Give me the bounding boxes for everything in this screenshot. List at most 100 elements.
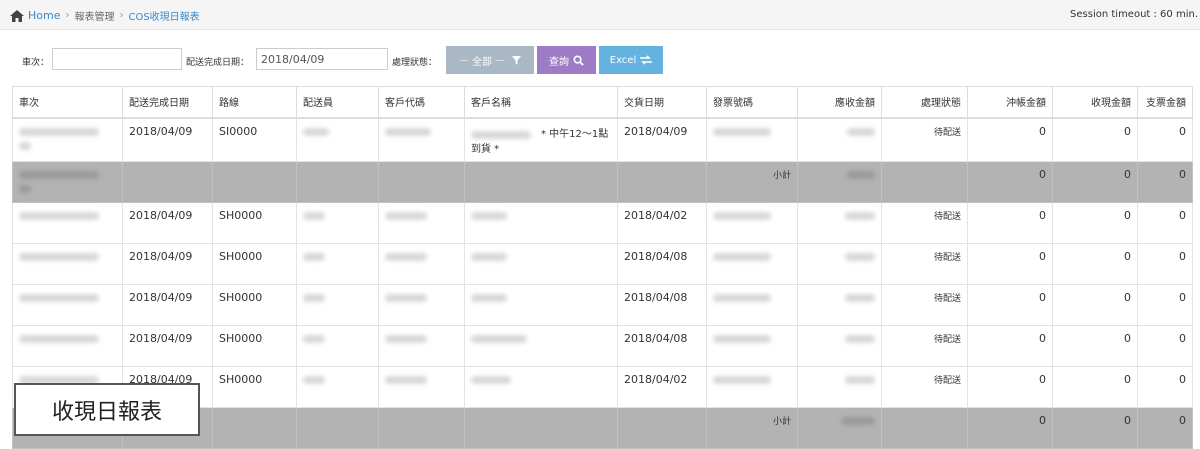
top-bar: Home › 報表管理 › COS收現日報表 Session timeout :… (0, 0, 1200, 30)
customer-code-cell (378, 201, 465, 244)
delivery-date-cell: 2018/04/02 (617, 365, 707, 408)
query-button-label: 查詢 (549, 56, 569, 68)
car-cell (12, 242, 123, 285)
driver-cell (296, 201, 379, 244)
table-row[interactable]: 2018/04/09 SH0000 2018/04/08 待配送 0 0 0 (12, 242, 1193, 285)
breadcrumb-home-link[interactable]: Home (28, 9, 60, 22)
filter-bar: 車次： 配送完成日期： 處理狀態： — 全部 — 查詢 Excel (0, 44, 1200, 76)
receivable-amount-cell (797, 242, 882, 285)
cash-amount-cell: 0 (1052, 406, 1138, 449)
customer-code-cell (378, 117, 465, 162)
query-button[interactable]: 查詢 (537, 46, 596, 74)
empty-cell (212, 406, 297, 449)
subtotal-label: 小計 (706, 406, 798, 449)
customer-name-cell (464, 283, 618, 326)
cash-amount-cell: 0 (1052, 117, 1138, 162)
table-row[interactable]: 2018/04/09 SI0000 * 中午12～1點到貨 * 2018/04/… (12, 117, 1193, 162)
empty-cell (296, 160, 379, 203)
session-timeout: Session timeout : 60 min. (1070, 9, 1198, 20)
car-input[interactable] (52, 48, 182, 70)
column-header[interactable]: 客戶代碼 (378, 86, 465, 119)
table-row[interactable]: 2018/04/09 SH0000 2018/04/08 待配送 0 0 0 (12, 283, 1193, 326)
customer-code-cell (378, 365, 465, 408)
breadcrumb-current-page[interactable]: COS收現日報表 (128, 8, 199, 23)
customer-code-cell (378, 242, 465, 285)
receivable-subtotal-cell (797, 160, 882, 203)
empty-cell (617, 406, 707, 449)
delivery-date-input[interactable] (256, 48, 388, 70)
cash-amount-cell: 0 (1052, 242, 1138, 285)
column-header[interactable]: 配送員 (296, 86, 379, 119)
check-amount-cell: 0 (1137, 117, 1193, 162)
delivery-date-cell: 2018/04/08 (617, 242, 707, 285)
filter-icon (512, 55, 521, 65)
invoice-number-cell (706, 242, 798, 285)
home-icon[interactable] (10, 9, 24, 22)
empty-cell (122, 160, 213, 203)
table-row[interactable]: 2018/04/09 SH0000 2018/04/02 待配送 0 0 0 (12, 201, 1193, 244)
car-cell (12, 201, 123, 244)
driver-cell (296, 365, 379, 408)
customer-name-cell (464, 324, 618, 367)
column-header[interactable]: 處理狀態 (881, 86, 968, 119)
route-cell: SH0000 (212, 283, 297, 326)
excel-export-button[interactable]: Excel (599, 46, 663, 74)
status-cell: 待配送 (881, 283, 968, 326)
invoice-number-cell (706, 324, 798, 367)
check-amount-cell: 0 (1137, 365, 1193, 408)
car-cell (12, 283, 123, 326)
column-header[interactable]: 沖帳金額 (967, 86, 1053, 119)
column-header[interactable]: 車次 (12, 86, 123, 119)
column-header[interactable]: 應收金額 (797, 86, 882, 119)
status-select-button[interactable]: — 全部 — (446, 46, 534, 74)
check-amount-cell: 0 (1137, 160, 1193, 203)
status-cell: 待配送 (881, 242, 968, 285)
writeoff-amount-cell: 0 (967, 406, 1053, 449)
route-cell: SI0000 (212, 117, 297, 162)
writeoff-amount-cell: 0 (967, 283, 1053, 326)
delivery-complete-date-cell: 2018/04/09 (122, 283, 213, 326)
check-amount-cell: 0 (1137, 242, 1193, 285)
column-header[interactable]: 配送完成日期 (122, 86, 213, 119)
column-header[interactable]: 交貨日期 (617, 86, 707, 119)
cash-amount-cell: 0 (1052, 283, 1138, 326)
report-title-overlay: 收現日報表 (14, 383, 200, 436)
table-header-row: 車次 配送完成日期 路線 配送員 客戶代碼 客戶名稱 交貨日期 發票號碼 應收金… (12, 86, 1193, 119)
check-amount-cell: 0 (1137, 201, 1193, 244)
column-header[interactable]: 路線 (212, 86, 297, 119)
writeoff-amount-cell: 0 (967, 324, 1053, 367)
breadcrumb: Home › 報表管理 › COS收現日報表 (10, 8, 200, 23)
driver-cell (296, 324, 379, 367)
customer-code-cell (378, 324, 465, 367)
search-icon (573, 54, 584, 66)
table-row[interactable]: 2018/04/09 SH0000 2018/04/08 待配送 0 0 0 (12, 324, 1193, 367)
empty-cell (464, 406, 618, 449)
delivery-complete-date-cell: 2018/04/09 (122, 117, 213, 162)
customer-name-cell: * 中午12～1點到貨 * (464, 117, 618, 162)
subtotal-row: 小計 0 0 0 (12, 160, 1193, 203)
receivable-amount-cell (797, 201, 882, 244)
receivable-amount-cell (797, 117, 882, 162)
invoice-number-cell (706, 365, 798, 408)
column-header[interactable]: 收現金額 (1052, 86, 1138, 119)
empty-cell (296, 406, 379, 449)
writeoff-amount-cell: 0 (967, 117, 1053, 162)
date-label: 配送完成日期： (186, 58, 250, 68)
writeoff-amount-cell: 0 (967, 365, 1053, 408)
status-label: 處理狀態： (392, 58, 438, 68)
delivery-date-cell: 2018/04/08 (617, 283, 707, 326)
receivable-amount-cell (797, 324, 882, 367)
empty-cell (464, 160, 618, 203)
column-header[interactable]: 客戶名稱 (464, 86, 618, 119)
check-amount-cell: 0 (1137, 406, 1193, 449)
column-header[interactable]: 發票號碼 (706, 86, 798, 119)
cash-amount-cell: 0 (1052, 201, 1138, 244)
writeoff-amount-cell: 0 (967, 242, 1053, 285)
invoice-number-cell (706, 117, 798, 162)
check-amount-cell: 0 (1137, 324, 1193, 367)
column-header[interactable]: 支票金額 (1137, 86, 1193, 119)
cash-amount-cell: 0 (1052, 324, 1138, 367)
writeoff-amount-cell: 0 (967, 201, 1053, 244)
exchange-icon (640, 55, 653, 65)
car-cell (12, 117, 123, 162)
